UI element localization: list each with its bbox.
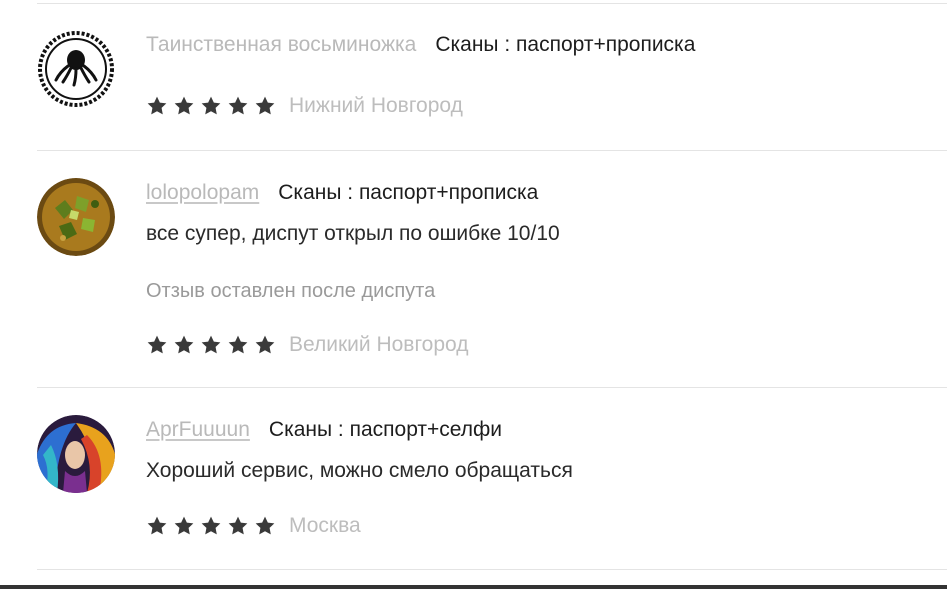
rating-stars — [146, 334, 276, 356]
star-icon — [254, 515, 276, 537]
star-icon — [227, 95, 249, 117]
avatar[interactable] — [37, 178, 115, 256]
review-text: все супер, диспут открыл по ошибке 10/10 — [146, 222, 560, 245]
avatar[interactable] — [37, 30, 115, 108]
star-icon — [146, 95, 168, 117]
review-meta: Великий Новгород — [146, 333, 468, 357]
star-icon — [227, 515, 249, 537]
star-icon — [146, 334, 168, 356]
review-header: Таинственная восьминожка Сканы : паспорт… — [146, 33, 695, 57]
star-icon — [200, 95, 222, 117]
star-icon — [200, 515, 222, 537]
review-header: lolopolopam Сканы : паспорт+прописка — [146, 181, 538, 205]
product-name: Сканы : паспорт+селфи — [268, 418, 503, 441]
star-icon — [146, 515, 168, 537]
author-link[interactable]: lolopolopam — [146, 181, 259, 205]
octopus-icon — [37, 30, 115, 108]
top-divider — [37, 3, 947, 4]
review-divider — [37, 150, 947, 151]
star-icon — [254, 334, 276, 356]
author-name[interactable]: Таинственная восьминожка — [146, 33, 416, 57]
product-name: Сканы : паспорт+прописка — [278, 181, 539, 204]
product-name: Сканы : паспорт+прописка — [435, 33, 696, 56]
star-icon — [173, 515, 195, 537]
author-link[interactable]: AprFuuuun — [146, 418, 250, 442]
review-meta: Нижний Новгород — [146, 94, 463, 118]
avatar[interactable] — [37, 415, 115, 493]
star-icon — [173, 95, 195, 117]
colorful-art-avatar — [37, 415, 115, 493]
review-meta: Москва — [146, 514, 361, 538]
review-text: Хороший сервис, можно смело обращаться — [146, 459, 573, 482]
city-label: Нижний Новгород — [289, 94, 463, 117]
rating-stars — [146, 95, 276, 117]
star-icon — [227, 334, 249, 356]
rating-stars — [146, 515, 276, 537]
bottom-border — [0, 585, 947, 589]
review-divider — [37, 569, 947, 570]
star-icon — [173, 334, 195, 356]
review-header: AprFuuuun Сканы : паспорт+селфи — [146, 418, 502, 442]
city-label: Москва — [289, 514, 361, 537]
food-photo-avatar — [37, 178, 115, 256]
city-label: Великий Новгород — [289, 333, 469, 356]
star-icon — [200, 334, 222, 356]
dispute-note: Отзыв оставлен после диспута — [146, 280, 436, 302]
star-icon — [254, 95, 276, 117]
review-divider — [37, 387, 947, 388]
